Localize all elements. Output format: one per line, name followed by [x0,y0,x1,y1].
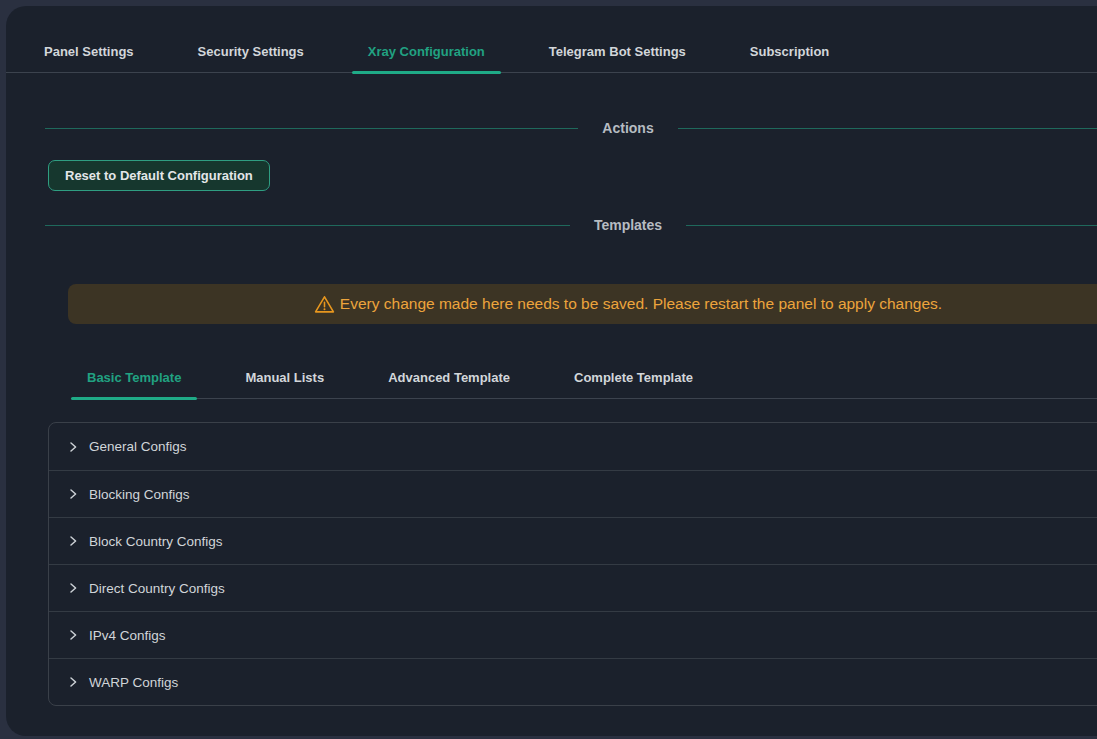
main-tabs: Panel Settings Security Settings Xray Co… [6,6,1097,73]
restart-warning-message: Every change made here needs to be saved… [340,295,942,313]
tab-complete-template[interactable]: Complete Template [558,358,709,398]
tab-basic-template[interactable]: Basic Template [71,358,197,398]
collapse-row-label: Block Country Configs [89,534,223,549]
chevron-right-icon [67,441,79,453]
chevron-right-icon [67,629,79,641]
tab-subscription[interactable]: Subscription [734,32,845,72]
collapse-row-label: Direct Country Configs [89,581,225,596]
tab-manual-lists[interactable]: Manual Lists [229,358,340,398]
config-collapse: General Configs Blocking Configs Block C… [48,422,1097,706]
collapse-warp-configs[interactable]: WARP Configs [49,658,1097,705]
tab-security-settings[interactable]: Security Settings [182,32,320,72]
chevron-right-icon [67,582,79,594]
divider-line [686,225,1097,226]
xray-configuration-pane: Actions Reset to Default Configuration T… [6,117,1097,706]
tab-panel-settings[interactable]: Panel Settings [28,32,150,72]
collapse-ipv4-configs[interactable]: IPv4 Configs [49,611,1097,658]
divider-line [45,128,578,129]
templates-divider: Templates [45,214,1097,236]
chevron-right-icon [67,535,79,547]
collapse-direct-country-configs[interactable]: Direct Country Configs [49,564,1097,611]
divider-line [45,225,570,226]
settings-card: Panel Settings Security Settings Xray Co… [6,6,1097,736]
template-tabs: Basic Template Manual Lists Advanced Tem… [71,358,1097,399]
warning-triangle-icon [314,294,335,315]
collapse-blocking-configs[interactable]: Blocking Configs [49,470,1097,517]
collapse-row-label: WARP Configs [89,675,178,690]
collapse-row-label: General Configs [89,439,187,454]
restart-warning-alert: Every change made here needs to be saved… [68,284,1097,324]
templates-divider-label: Templates [570,217,686,233]
actions-divider-label: Actions [578,120,677,136]
chevron-right-icon [67,488,79,500]
collapse-block-country-configs[interactable]: Block Country Configs [49,517,1097,564]
collapse-row-label: Blocking Configs [89,487,190,502]
chevron-right-icon [67,676,79,688]
divider-line [678,128,1097,129]
collapse-general-configs[interactable]: General Configs [49,423,1097,470]
collapse-row-label: IPv4 Configs [89,628,166,643]
tab-telegram-bot-settings[interactable]: Telegram Bot Settings [533,32,702,72]
actions-divider: Actions [45,117,1097,139]
reset-to-default-button[interactable]: Reset to Default Configuration [48,160,270,191]
tab-advanced-template[interactable]: Advanced Template [372,358,526,398]
tab-xray-configuration[interactable]: Xray Configuration [352,32,501,72]
